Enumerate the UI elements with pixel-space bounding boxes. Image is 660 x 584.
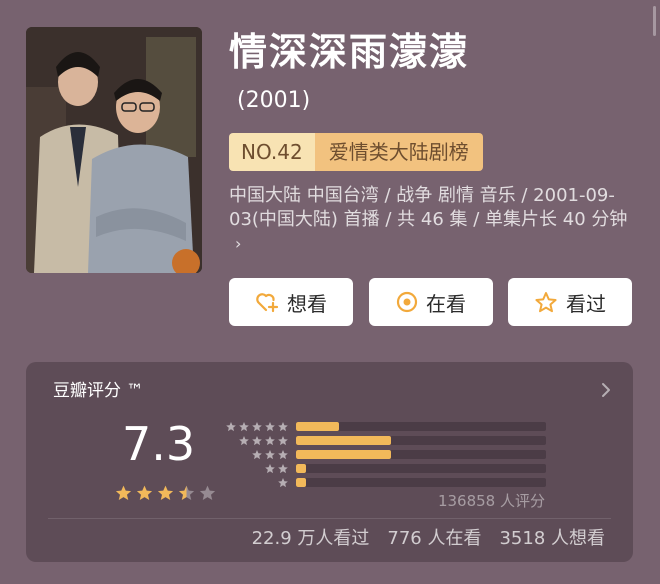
row-stars	[223, 449, 289, 461]
row-stars	[223, 421, 289, 433]
star-icon	[278, 422, 288, 432]
star-icon	[199, 485, 216, 500]
rank-list-name: 爱情类大陆剧榜	[314, 133, 483, 171]
star-icon	[265, 422, 275, 432]
watched-count[interactable]: 22.9 万人看过	[252, 526, 370, 552]
watching-label: 在看	[426, 291, 466, 316]
metadata-text: 中国大陆 中国台湾 / 战争 剧情 音乐 / 2001-09-03(中国大陆) …	[229, 185, 628, 230]
watching-count[interactable]: 776 人在看	[387, 526, 481, 552]
rank-number: NO.42	[229, 133, 315, 171]
star-icon	[278, 464, 288, 474]
page-title: 情深深雨濛濛	[229, 30, 470, 74]
star-icon	[115, 485, 132, 500]
rating-card-title: 豆瓣评分 ™	[53, 381, 144, 401]
star-icon	[136, 485, 153, 500]
row-stars	[223, 435, 289, 447]
watched-label: 看过	[566, 291, 606, 316]
want-to-watch-button[interactable]: 想看	[229, 278, 353, 326]
star-icon	[157, 485, 174, 500]
star-icon	[278, 436, 288, 446]
target-icon	[396, 291, 418, 313]
chevron-right-icon[interactable]	[601, 382, 611, 398]
want-to-watch-label: 想看	[287, 291, 327, 316]
release-year: (2001)	[237, 88, 311, 113]
distribution-bar	[296, 464, 306, 473]
distribution-bar-track	[296, 450, 546, 459]
star-icon	[278, 450, 288, 460]
poster-image[interactable]	[26, 27, 202, 273]
star-icon	[265, 450, 275, 460]
star-icon	[252, 450, 262, 460]
divider	[48, 518, 611, 519]
star-icon	[178, 485, 195, 500]
star-outline-icon	[535, 291, 557, 312]
distribution-bar-track	[296, 464, 546, 473]
distribution-bar-track	[296, 436, 546, 445]
scroll-indicator[interactable]	[653, 6, 656, 36]
star-icon	[226, 422, 236, 432]
distribution-bar	[296, 450, 391, 459]
rank-list-label: 爱情类大陆剧榜	[328, 140, 469, 164]
star-icon	[239, 422, 249, 432]
distribution-bar	[296, 478, 306, 487]
douban-rating-card[interactable]: 豆瓣评分 ™ 7.3 136858 人评分 22.9 万人看过 776 人在看 …	[26, 362, 633, 562]
row-stars	[223, 477, 289, 489]
distribution-bar-track	[296, 422, 546, 431]
distribution-bar	[296, 422, 339, 431]
chevron-right-icon: ›	[235, 234, 242, 253]
star-icon	[265, 436, 275, 446]
star-icon	[278, 478, 288, 488]
rating-count: 136858 人评分	[437, 492, 545, 510]
ranking-badge[interactable]: NO.42 爱情类大陆剧榜	[229, 133, 483, 171]
wish-count[interactable]: 3518 人想看	[499, 526, 605, 552]
watch-stats: 22.9 万人看过 776 人在看 3518 人想看	[252, 526, 605, 552]
score-stars	[114, 484, 217, 503]
row-stars	[223, 463, 289, 475]
heart-plus-icon	[256, 293, 279, 313]
show-metadata[interactable]: 中国大陆 中国台湾 / 战争 剧情 音乐 / 2001-09-03(中国大陆) …	[229, 184, 629, 256]
star-icon	[265, 464, 275, 474]
watched-button[interactable]: 看过	[508, 278, 632, 326]
rating-score: 7.3	[122, 417, 196, 471]
star-icon	[252, 422, 262, 432]
distribution-bar-track	[296, 478, 546, 487]
star-icon	[239, 436, 249, 446]
watching-button[interactable]: 在看	[369, 278, 493, 326]
distribution-bar	[296, 436, 391, 445]
star-icon	[252, 436, 262, 446]
